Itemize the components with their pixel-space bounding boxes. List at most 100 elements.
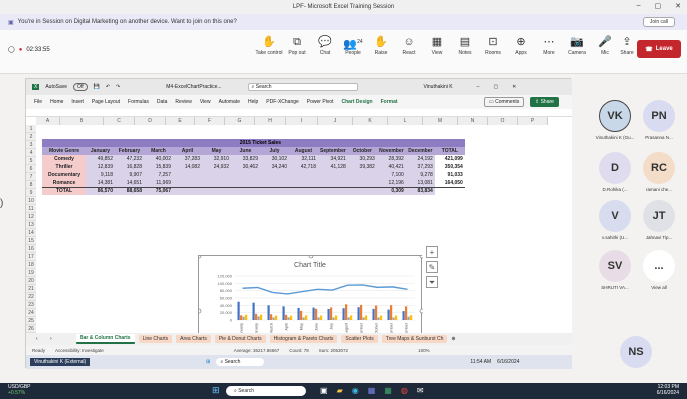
value-cell[interactable]: 40,421 xyxy=(376,163,406,171)
taskview-icon[interactable]: ▣ xyxy=(320,386,328,395)
value-cell[interactable]: 11,969 xyxy=(144,179,173,187)
sheet-tab[interactable]: Histogram & Pareto Charts xyxy=(269,335,338,343)
undo-icon[interactable]: ↶ xyxy=(106,84,110,90)
table-header-cell[interactable]: January xyxy=(86,147,115,155)
pop-out-button[interactable]: ⧉ Pop out xyxy=(283,34,311,56)
genre-cell[interactable]: Romance xyxy=(42,179,86,187)
total-line[interactable] xyxy=(242,284,408,295)
column-header[interactable]: F xyxy=(195,117,225,125)
column-header[interactable]: I xyxy=(286,117,318,125)
value-cell[interactable]: 164,050 xyxy=(435,179,465,187)
value-cell[interactable]: 16,828 xyxy=(115,163,144,171)
bar-romance[interactable] xyxy=(305,315,308,320)
excel-icon[interactable]: ▦ xyxy=(384,386,392,395)
redo-icon[interactable]: ↷ xyxy=(116,84,120,90)
bar-comedy[interactable] xyxy=(327,308,330,320)
value-cell[interactable] xyxy=(231,186,260,195)
menu-format[interactable]: Format xyxy=(381,99,398,105)
row-header[interactable]: 23 xyxy=(26,301,36,309)
value-cell[interactable]: 24,192 xyxy=(405,155,435,163)
row-header[interactable]: 9 xyxy=(26,189,36,197)
mic-button[interactable]: 🎤 Mic xyxy=(591,34,619,56)
bar-romance[interactable] xyxy=(380,315,383,320)
tab-prev-icon[interactable]: ‹ xyxy=(36,336,38,342)
autosave-toggle[interactable]: Off xyxy=(73,83,88,91)
chart-title[interactable]: Chart Title xyxy=(199,262,421,269)
react-button[interactable]: ☺ React xyxy=(395,34,423,56)
value-cell[interactable] xyxy=(260,171,289,179)
formula-bar[interactable] xyxy=(26,109,572,117)
status-zoom[interactable]: 100% xyxy=(418,348,430,353)
sheet-tab[interactable]: Scatter Plots xyxy=(341,335,378,343)
bar-comedy[interactable] xyxy=(237,301,240,320)
value-cell[interactable]: 86,570 xyxy=(86,186,115,195)
bar-documentary[interactable] xyxy=(257,316,260,320)
bar-romance[interactable] xyxy=(320,315,323,320)
bar-comedy[interactable] xyxy=(357,307,360,320)
row-header[interactable]: 20 xyxy=(26,277,36,285)
value-cell[interactable]: 34,240 xyxy=(260,163,289,171)
value-cell[interactable]: 12,839 xyxy=(86,163,115,171)
close-icon[interactable]: ✕ xyxy=(512,84,516,90)
table-header-cell[interactable]: November xyxy=(376,147,406,155)
add-sheet-icon[interactable]: ⊕ xyxy=(451,336,455,342)
menu-power-pivot[interactable]: Power Pivot xyxy=(307,99,334,105)
row-header[interactable]: 14 xyxy=(26,229,36,237)
column-header[interactable]: M xyxy=(423,117,458,125)
value-cell[interactable]: 37,293 xyxy=(405,163,435,171)
bar-romance[interactable] xyxy=(290,315,293,320)
bar-romance[interactable] xyxy=(260,314,263,320)
row-header[interactable]: 22 xyxy=(26,293,36,301)
value-cell[interactable]: 47,232 xyxy=(115,155,144,163)
share-button[interactable]: ⇪ Share xyxy=(530,97,559,107)
value-cell[interactable] xyxy=(173,186,202,195)
bar-comedy[interactable] xyxy=(372,308,375,320)
value-cell[interactable]: 32,111 xyxy=(289,155,318,163)
row-header[interactable]: 8 xyxy=(26,181,36,189)
bar-documentary[interactable] xyxy=(407,316,410,320)
participant-tile[interactable]: RC ramani che... xyxy=(635,152,683,192)
bar-documentary[interactable] xyxy=(272,317,275,320)
table-header-cell[interactable]: April xyxy=(173,147,202,155)
table-header-cell[interactable]: December xyxy=(405,147,435,155)
row-header[interactable]: 11 xyxy=(26,205,36,213)
row-header[interactable]: 1 xyxy=(26,125,36,133)
value-cell[interactable]: 49,852 xyxy=(86,155,115,163)
bar-thriller[interactable] xyxy=(285,314,288,320)
comments-button[interactable]: ▭ Comments xyxy=(484,97,525,107)
value-cell[interactable]: 421,099 xyxy=(435,155,465,163)
save-icon[interactable]: 💾 xyxy=(94,84,100,90)
value-cell[interactable] xyxy=(231,179,260,187)
value-cell[interactable]: 30,102 xyxy=(260,155,289,163)
chart-filters-button[interactable]: ⏷ xyxy=(426,276,438,288)
value-cell[interactable]: 12,196 xyxy=(376,179,406,187)
value-cell[interactable]: 91,033 xyxy=(435,171,465,179)
column-header[interactable]: L xyxy=(388,117,423,125)
column-header[interactable]: O xyxy=(488,117,518,125)
bar-thriller[interactable] xyxy=(315,308,318,320)
bar-romance[interactable] xyxy=(275,315,278,320)
participant-tile[interactable]: SV SHRUTI VA... xyxy=(591,250,639,290)
bar-romance[interactable] xyxy=(245,314,248,320)
column-header[interactable]: B xyxy=(60,117,104,125)
value-cell[interactable] xyxy=(434,186,465,195)
column-header[interactable]: N xyxy=(458,117,488,125)
row-header[interactable]: 16 xyxy=(26,245,36,253)
value-cell[interactable]: 24,932 xyxy=(202,163,231,171)
menu-help[interactable]: Help xyxy=(248,99,258,105)
row-header[interactable]: 25 xyxy=(26,317,36,325)
table-header-cell[interactable]: October xyxy=(347,147,377,155)
bar-thriller[interactable] xyxy=(360,304,363,320)
table-header-cell[interactable]: May xyxy=(202,147,231,155)
table-header-cell[interactable]: August xyxy=(289,147,318,155)
row-header[interactable]: 17 xyxy=(26,253,36,261)
bar-documentary[interactable] xyxy=(242,316,245,320)
column-header[interactable]: D xyxy=(135,117,166,125)
table-header-cell[interactable]: Movie Genre xyxy=(42,147,86,155)
value-cell[interactable]: 32,910 xyxy=(202,155,231,163)
maximize-icon[interactable]: ▢ xyxy=(655,2,662,10)
bar-comedy[interactable] xyxy=(252,302,255,320)
sheet-tab[interactable]: Area Charts xyxy=(176,335,211,343)
resize-handle[interactable] xyxy=(196,308,202,314)
row-header[interactable]: 6 xyxy=(26,165,36,173)
